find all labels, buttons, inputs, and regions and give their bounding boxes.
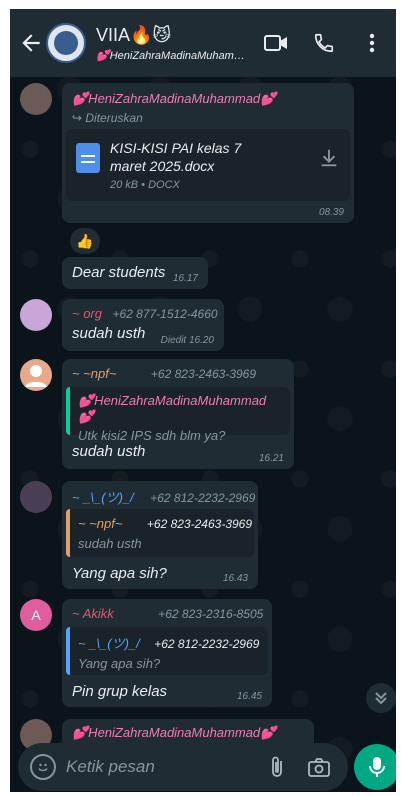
message-input[interactable]: Ketik pesan	[66, 757, 264, 777]
sender-phone: +62 877-1512-4660	[112, 307, 218, 321]
voice-message-button[interactable]	[354, 744, 396, 790]
quoted-text: sudah usth	[78, 536, 142, 551]
avatar[interactable]	[20, 359, 52, 391]
sender-name[interactable]: ~ _\_(ツ)_/	[72, 490, 134, 505]
message-bubble[interactable]: ~ _\_(ツ)_/ +62 812-2232-2969 ~ ~npf~ +62…	[62, 481, 258, 589]
download-icon[interactable]	[318, 147, 340, 175]
sender-name[interactable]: ~ ~npf~	[72, 366, 116, 381]
attach-icon[interactable]	[264, 754, 290, 780]
quoted-text: Yang apa sih?	[78, 656, 161, 671]
quoted-phone: +62 823-2463-3969	[146, 517, 253, 531]
chat-header: VIIA🔥😼 💕HeniZahraMadinaMuhamma…	[10, 9, 396, 77]
double-chevron-down-icon	[375, 692, 387, 705]
forwarded-label: ↪ Diteruskan	[72, 111, 143, 125]
quoted-sender: ~ _\_(ツ)_/	[78, 636, 140, 651]
camera-icon[interactable]	[306, 754, 332, 780]
avatar[interactable]: A	[20, 599, 52, 631]
sender-name[interactable]: 💕HeniZahraMadinaMuhammad💕	[72, 725, 276, 741]
back-arrow-icon[interactable]	[18, 30, 44, 56]
reaction-badge[interactable]: 👍	[70, 228, 100, 254]
message-text: sudah usth	[72, 443, 146, 460]
message-text: Dear students	[72, 264, 166, 281]
message-time: 16.21	[258, 453, 284, 464]
quoted-phone: +62 812-2232-2969	[154, 637, 260, 651]
message-text: sudah usth	[72, 325, 146, 342]
group-members: 💕HeniZahraMadinaMuhamma…	[96, 49, 252, 62]
microphone-icon	[369, 757, 385, 777]
sender-name[interactable]: 💕HeniZahraMadinaMuhammad💕	[72, 91, 276, 107]
message-bubble[interactable]: 💕HeniZahraMadinaMuhammad💕 ↪ Diteruskan K…	[62, 83, 354, 223]
sender-name[interactable]: ~ org	[72, 306, 102, 321]
voice-call-icon[interactable]	[310, 29, 338, 57]
sender-phone: +62 823-2463-3969	[150, 367, 257, 381]
quoted-message[interactable]: 💕HeniZahraMadinaMuhammad💕 Utk kisi2 IPS …	[66, 387, 290, 443]
message-bubble[interactable]: ~ ~npf~ +62 823-2463-3969 💕HeniZahraMadi…	[62, 359, 294, 469]
message-bubble[interactable]: ~ Akikk +62 823-2316-8505 ~ _\_(ツ)_/ +62…	[62, 599, 272, 707]
avatar[interactable]	[20, 299, 52, 331]
message-time: 16.43	[222, 573, 248, 584]
document-attachment[interactable]: KISI-KISI PAI kelas 7 maret 2025.docx 20…	[66, 129, 350, 201]
quoted-message[interactable]: ~ ~npf~ +62 823-2463-3969 sudah usth	[66, 509, 254, 557]
scroll-to-bottom-button[interactable]	[366, 683, 396, 713]
avatar[interactable]	[20, 83, 52, 115]
sender-phone: +62 812-2232-2969	[150, 491, 256, 505]
more-options-icon[interactable]	[358, 29, 386, 57]
avatar[interactable]	[20, 481, 52, 513]
message-bubble[interactable]: ~ org +62 877-1512-4660 sudah usth Diedi…	[62, 299, 224, 351]
sender-name[interactable]: ~ Akikk	[72, 606, 114, 621]
forwarded-text: Diteruskan	[85, 111, 143, 125]
emoji-icon[interactable]	[30, 754, 56, 780]
chat-screen: VIIA🔥😼 💕HeniZahraMadinaMuhamma… 💕HeniZah…	[10, 9, 396, 792]
quoted-sender: 💕HeniZahraMadinaMuhammad💕	[78, 393, 267, 424]
quoted-message[interactable]: ~ _\_(ツ)_/ +62 812-2232-2969 Yang apa si…	[66, 627, 268, 675]
document-icon	[76, 143, 100, 173]
message-bubble[interactable]: Dear students 16.17	[62, 257, 208, 289]
message-time: 16.45	[236, 691, 262, 702]
message-time: 16.17	[172, 273, 198, 284]
document-meta: 20 kB • DOCX	[110, 179, 180, 191]
sender-phone: +62 823-2316-8505	[158, 607, 264, 621]
quoted-text: Utk kisi2 IPS sdh blm ya?	[78, 428, 226, 443]
group-avatar[interactable]	[46, 23, 86, 63]
message-text: Yang apa sih?	[72, 565, 167, 582]
message-composer: Ketik pesan	[18, 743, 348, 791]
message-time: 08.39	[318, 207, 344, 218]
message-time: Diedit 16.20	[160, 335, 214, 346]
message-text: Pin grup kelas	[72, 683, 168, 700]
quoted-sender: ~ ~npf~	[78, 516, 123, 531]
chat-title-block[interactable]: VIIA🔥😼 💕HeniZahraMadinaMuhamma…	[96, 25, 252, 62]
group-name: VIIA🔥😼	[96, 24, 172, 45]
document-name: KISI-KISI PAI kelas 7 maret 2025.docx	[110, 140, 242, 174]
video-call-icon[interactable]	[262, 29, 290, 57]
